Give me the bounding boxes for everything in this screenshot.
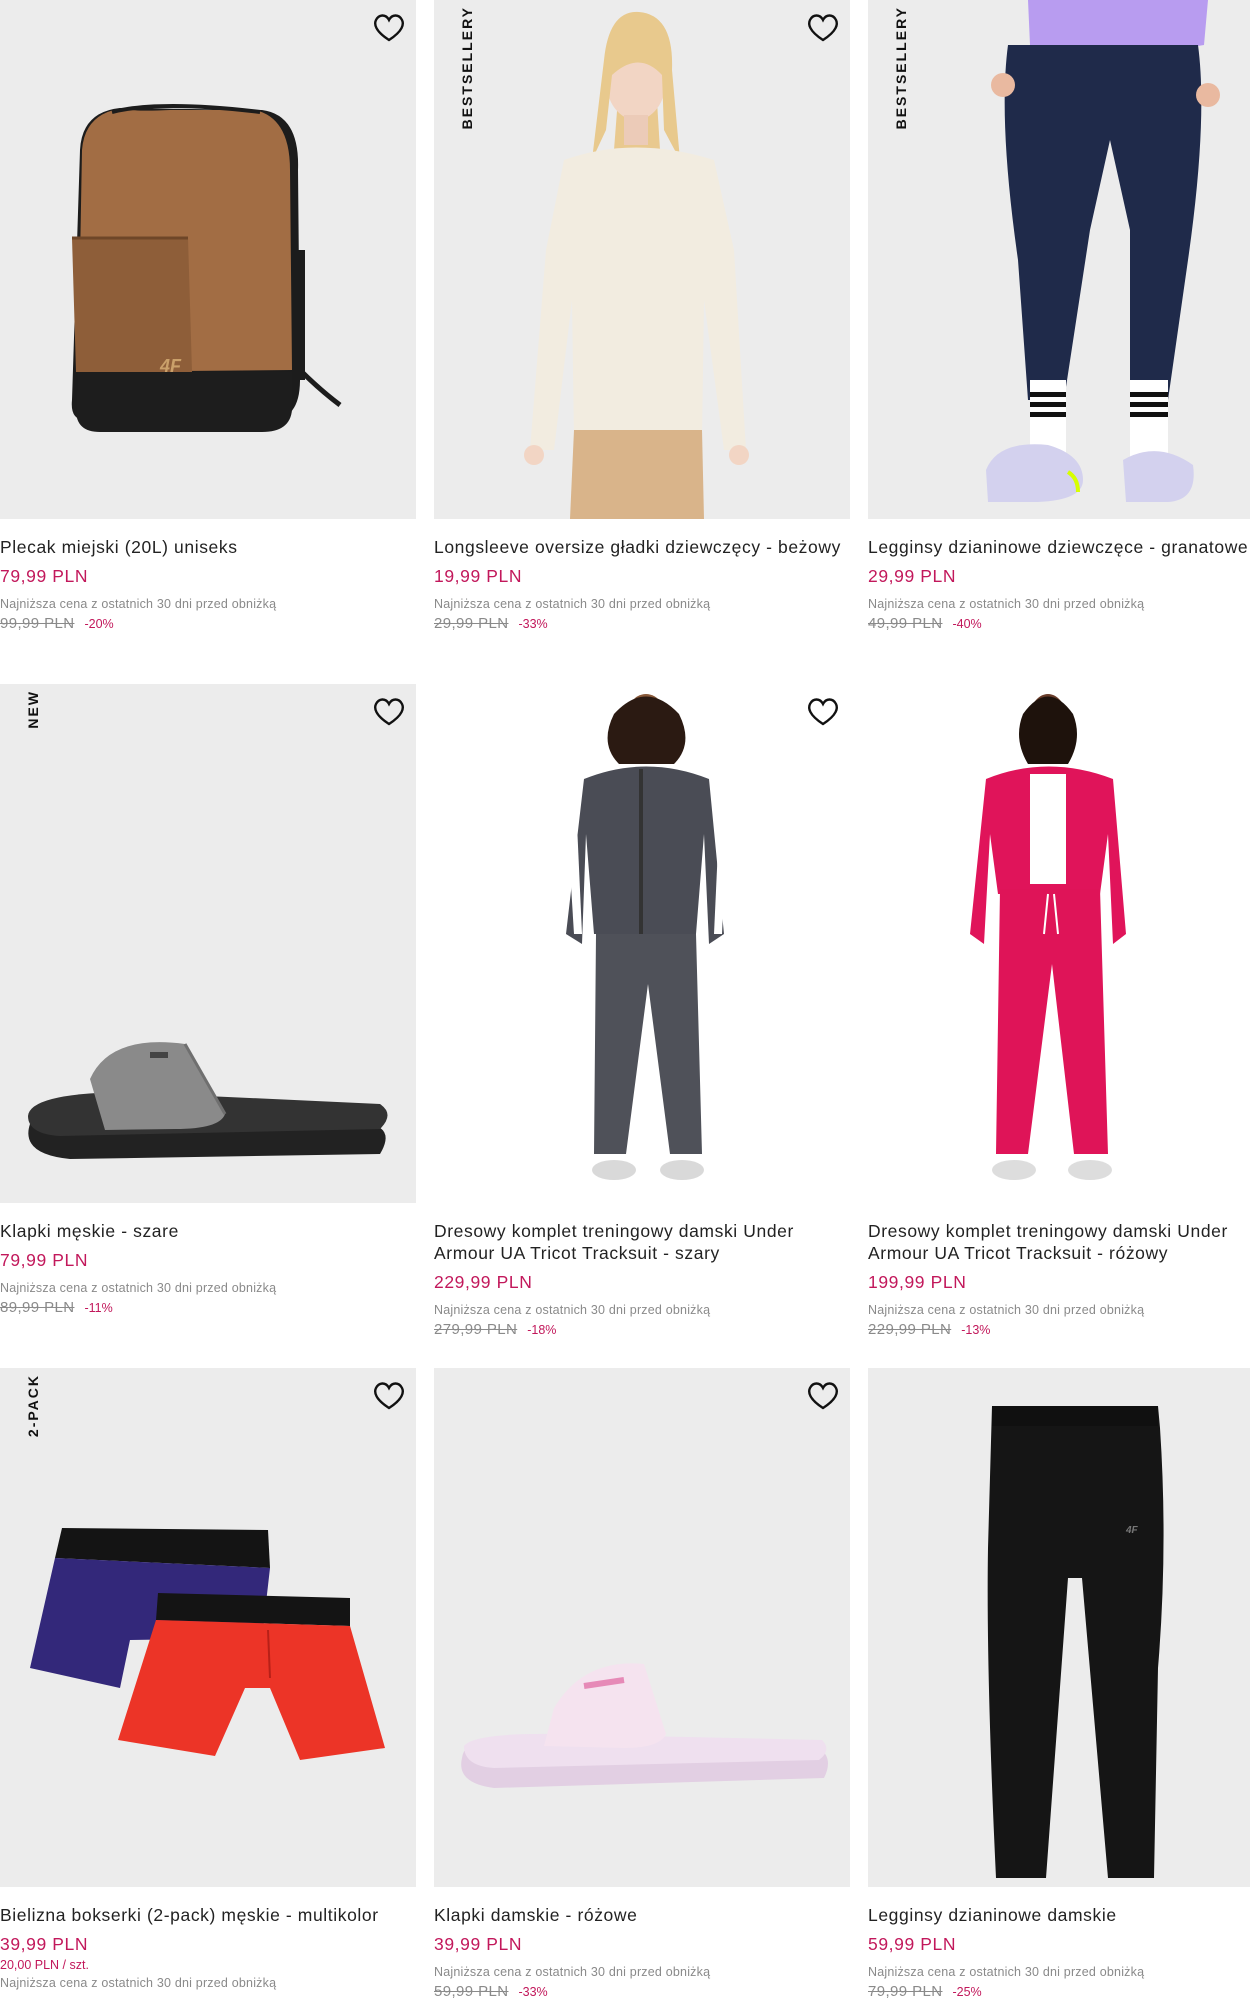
product-price: 79,99 PLN bbox=[0, 1250, 89, 1270]
heart-icon bbox=[808, 697, 838, 725]
leggings-navy-image bbox=[986, 0, 1220, 502]
product-name[interactable]: Klapki męskie - szare bbox=[0, 1220, 416, 1242]
heart-icon bbox=[374, 697, 404, 725]
lowest-price-label: Najniższa cena z ostatnich 30 dni przed … bbox=[868, 1303, 1145, 1317]
product-name[interactable]: Bielizna bokserki (2-pack) męskie - mult… bbox=[0, 1904, 416, 1926]
favorite-button[interactable] bbox=[370, 1377, 408, 1413]
product-image[interactable]: NEW bbox=[0, 684, 416, 1203]
product-name[interactable]: Legginsy dzianinowe dziewczęce - granato… bbox=[868, 536, 1250, 558]
product-card[interactable]: Dresowy komplet treningowy damski Under … bbox=[868, 684, 1250, 1338]
slides-grey-image bbox=[28, 1042, 388, 1159]
product-price: 229,99 PLN bbox=[434, 1272, 533, 1292]
lowest-price-label: Najniższa cena z ostatnich 30 dni przed … bbox=[0, 597, 277, 611]
product-image[interactable]: BESTSELLERY bbox=[434, 0, 850, 519]
old-price: 229,99 PLN bbox=[868, 1321, 952, 1338]
product-price: 59,99 PLN bbox=[868, 1934, 957, 1954]
product-card[interactable]: 2-PACK Bielizna bokserki (2-pack) męskie… bbox=[0, 1368, 416, 1990]
product-card[interactable]: NEW Klapki męskie - szare 79,99 PLN Najn… bbox=[0, 684, 416, 1316]
product-image[interactable] bbox=[868, 684, 1250, 1203]
heart-icon bbox=[374, 13, 404, 41]
product-card[interactable]: BESTSELLERY Legginsy dzianinowe dziewczę… bbox=[868, 0, 1250, 632]
product-card[interactable]: Klapki damskie - różowe 39,99 PLN Najniż… bbox=[434, 1368, 850, 2000]
product-badge: BESTSELLERY bbox=[893, 6, 909, 130]
product-name[interactable]: Dresowy komplet treningowy damski Under … bbox=[868, 1220, 1250, 1264]
old-price: 59,99 PLN bbox=[434, 1983, 509, 2000]
product-price: 39,99 PLN bbox=[0, 1934, 89, 1954]
heart-icon bbox=[374, 1381, 404, 1409]
lowest-price-label: Najniższa cena z ostatnich 30 dni przed … bbox=[0, 1281, 277, 1295]
old-price: 79,99 PLN bbox=[868, 1983, 943, 2000]
product-price: 199,99 PLN bbox=[868, 1272, 967, 1292]
product-image[interactable] bbox=[434, 684, 850, 1203]
product-card[interactable]: Dresowy komplet treningowy damski Under … bbox=[434, 684, 850, 1338]
product-price: 39,99 PLN bbox=[434, 1934, 523, 1954]
discount-badge: -40% bbox=[952, 617, 982, 631]
discount-badge: -20% bbox=[84, 617, 114, 631]
discount-badge: -13% bbox=[961, 1323, 991, 1337]
discount-badge: -25% bbox=[952, 1985, 982, 1999]
lowest-price-label: Najniższa cena z ostatnich 30 dni przed … bbox=[868, 1965, 1145, 1979]
discount-badge: -11% bbox=[84, 1301, 113, 1315]
old-price: 49,99 PLN bbox=[868, 615, 943, 632]
product-price: 79,99 PLN bbox=[0, 566, 89, 586]
product-name[interactable]: Longsleeve oversize gładki dziewczęcy - … bbox=[434, 536, 850, 558]
svg-text:4F: 4F bbox=[159, 356, 182, 376]
product-name[interactable]: Klapki damskie - różowe bbox=[434, 1904, 850, 1926]
product-grid: 4F Plecak miejski (20L) uniseks 79,99 PL… bbox=[0, 0, 1250, 2003]
product-image[interactable]: 4F bbox=[868, 1368, 1250, 1887]
discount-badge: -18% bbox=[527, 1323, 557, 1337]
product-image[interactable]: 4F bbox=[0, 0, 416, 519]
product-price: 19,99 PLN bbox=[434, 566, 523, 586]
longsleeve-image bbox=[524, 11, 749, 519]
product-badge: 2-PACK bbox=[25, 1374, 41, 1438]
old-price: 99,99 PLN bbox=[0, 615, 75, 632]
lowest-price-label: Najniższa cena z ostatnich 30 dni przed … bbox=[434, 1965, 711, 1979]
product-card[interactable]: 4F Plecak miejski (20L) uniseks 79,99 PL… bbox=[0, 0, 416, 632]
unit-price: 20,00 PLN / szt. bbox=[0, 1958, 89, 1972]
svg-text:4F: 4F bbox=[1125, 1525, 1139, 1536]
favorite-button[interactable] bbox=[804, 693, 842, 729]
lowest-price-label: Najniższa cena z ostatnich 30 dni przed … bbox=[434, 597, 711, 611]
heart-icon bbox=[808, 1381, 838, 1409]
leggings-black-image: 4F bbox=[987, 1406, 1164, 1878]
old-price: 279,99 PLN bbox=[434, 1321, 518, 1338]
favorite-button[interactable] bbox=[804, 9, 842, 45]
lowest-price-label: Najniższa cena z ostatnich 30 dni przed … bbox=[868, 597, 1145, 611]
old-price: 89,99 PLN bbox=[0, 1299, 75, 1316]
product-image[interactable]: 2-PACK bbox=[0, 1368, 416, 1887]
product-badge: NEW bbox=[25, 690, 41, 729]
tracksuit-grey-image bbox=[566, 694, 728, 1180]
heart-icon bbox=[808, 13, 838, 41]
product-name[interactable]: Legginsy dzianinowe damskie bbox=[868, 1904, 1250, 1926]
discount-badge: -33% bbox=[518, 617, 548, 631]
product-card[interactable]: 4F Legginsy dzianinowe damskie 59,99 PLN… bbox=[868, 1368, 1250, 2000]
slides-pink-image bbox=[461, 1663, 828, 1788]
lowest-price-label: Najniższa cena z ostatnich 30 dni przed … bbox=[434, 1303, 711, 1317]
favorite-button[interactable] bbox=[370, 9, 408, 45]
favorite-button[interactable] bbox=[370, 693, 408, 729]
product-image[interactable] bbox=[434, 1368, 850, 1887]
product-name[interactable]: Dresowy komplet treningowy damski Under … bbox=[434, 1220, 850, 1264]
favorite-button[interactable] bbox=[804, 1377, 842, 1413]
product-price: 29,99 PLN bbox=[868, 566, 957, 586]
product-card[interactable]: BESTSELLERY Longsleeve oversize gładki d… bbox=[434, 0, 850, 632]
tracksuit-pink-image bbox=[970, 694, 1126, 1180]
product-image[interactable]: BESTSELLERY bbox=[868, 0, 1250, 519]
product-badge: BESTSELLERY bbox=[459, 6, 475, 130]
product-name[interactable]: Plecak miejski (20L) uniseks bbox=[0, 536, 416, 558]
discount-badge: -33% bbox=[518, 1985, 548, 1999]
backpack-image: 4F bbox=[71, 104, 342, 432]
lowest-price-label: Najniższa cena z ostatnich 30 dni przed … bbox=[0, 1976, 277, 1990]
boxers-image bbox=[30, 1528, 385, 1760]
old-price: 29,99 PLN bbox=[434, 615, 509, 632]
